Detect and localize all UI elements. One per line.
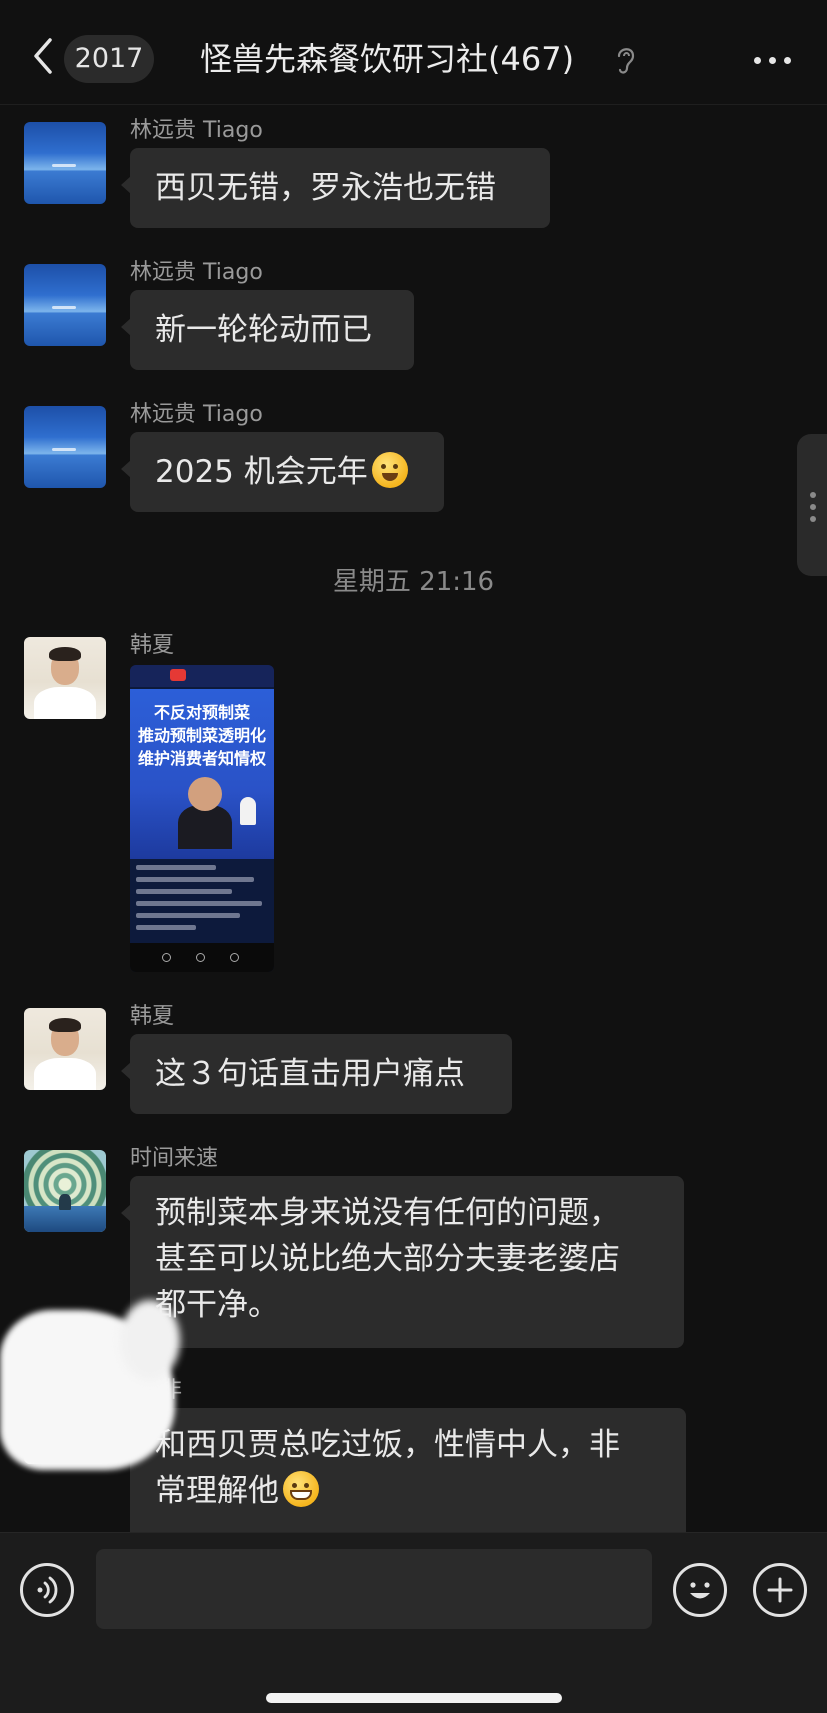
message-text-line: 都干净。 — [155, 1287, 279, 1323]
time-divider: 星期五 21:16 — [332, 567, 495, 597]
chat-message: 韩夏 这３句话直击用户痛点 — [0, 1002, 827, 1122]
emoji-button[interactable] — [673, 1563, 727, 1617]
avatar[interactable] — [24, 637, 106, 719]
input-bar — [0, 1532, 827, 1713]
voice-icon — [37, 1576, 58, 1604]
image-chat-lines — [136, 865, 268, 937]
plus-icon — [767, 1577, 793, 1603]
more-button[interactable] — [748, 40, 798, 80]
message-bubble[interactable]: 西贝无错，罗永浩也无错 — [121, 148, 550, 228]
chat-message: 林远贵 Tiago 2025 机会元年 — [0, 400, 827, 520]
thinking-emoji-icon — [371, 452, 408, 488]
message-bubble[interactable]: 预制菜本身来说没有任何的问题， 甚至可以说比绝大部分夫妻老婆店 都干净。 — [121, 1176, 684, 1348]
desk-fan — [240, 797, 256, 825]
home-indicator[interactable] — [266, 1693, 562, 1703]
back-button[interactable] — [28, 36, 58, 76]
sender-name: 韩夏 — [130, 633, 175, 658]
more-icon — [754, 57, 761, 64]
emoji-icon — [690, 1582, 710, 1599]
chat-message: 林远贵 Tiago 新一轮轮动而已 — [0, 258, 827, 378]
unread-count-badge[interactable]: 2017 — [64, 35, 154, 83]
chat-message: 林远贵 Tiago 西贝无错，罗永浩也无错 — [0, 116, 827, 236]
image-headline-line: 推动预制菜透明化 — [137, 726, 266, 745]
sender-name: 林远贵 Tiago — [130, 402, 263, 427]
plus-button[interactable] — [753, 1563, 807, 1617]
avatar[interactable] — [24, 1008, 106, 1090]
chat-header: 2017 怪兽先森餐饮研习社(467) — [0, 0, 827, 105]
ear-icon — [615, 44, 637, 76]
speaker-figure — [178, 805, 232, 849]
image-topbar — [130, 665, 274, 687]
more-icon-dot — [769, 57, 776, 64]
side-drag-handle[interactable] — [797, 434, 827, 576]
avatar[interactable] — [24, 264, 106, 346]
image-bottom-bar — [130, 943, 274, 972]
image-headline: 不反对预制菜 推动预制菜透明化 维护消费者知情权 — [130, 701, 274, 770]
message-text-line: 甚至可以说比绝大部分夫妻老婆店 — [155, 1241, 620, 1277]
grinning-emoji-icon — [283, 1471, 319, 1507]
live-badge — [170, 669, 186, 681]
avatar[interactable] — [24, 1150, 106, 1232]
message-text-line: 和西贝贾总吃过饭，性情中人，非 — [155, 1427, 620, 1463]
voice-button[interactable] — [20, 1563, 74, 1617]
sender-name: 林远贵 Tiago — [130, 118, 263, 143]
message-bubble[interactable]: 和西贝贾总吃过饭，性情中人，非 常理解他 — [121, 1408, 686, 1548]
message-text: 2025 机会元年 — [155, 454, 368, 490]
message-bubble[interactable]: 2025 机会元年 — [121, 432, 444, 512]
sender-name: 林远贵 Tiago — [130, 260, 263, 285]
chevron-left-icon — [34, 38, 52, 74]
message-text-line: 常理解他 — [155, 1468, 661, 1514]
message-text-line: 预制菜本身来说没有任何的问题， — [155, 1195, 620, 1231]
image-headline-line: 维护消费者知情权 — [137, 749, 266, 768]
message-text: 常理解他 — [155, 1473, 279, 1509]
image-headline-line: 不反对预制菜 — [153, 703, 250, 722]
more-icon-dot — [784, 57, 791, 64]
message-input[interactable] — [96, 1549, 652, 1629]
message-bubble[interactable]: 新一轮轮动而已 — [121, 290, 414, 370]
chat-message: 韩夏 — [0, 631, 827, 976]
message-bubble[interactable]: 这３句话直击用户痛点 — [121, 1034, 512, 1114]
sender-name: 时间来速 — [130, 1146, 219, 1171]
avatar[interactable] — [24, 122, 106, 204]
avatar[interactable] — [24, 406, 106, 488]
sender-name: 韩夏 — [130, 1004, 175, 1029]
group-title[interactable]: 怪兽先森餐饮研习社(467) — [200, 36, 640, 82]
shared-image-message[interactable]: 不反对预制菜 推动预制菜透明化 维护消费者知情权 — [130, 665, 274, 972]
speaker-head — [188, 777, 222, 811]
redaction-overlay — [120, 1300, 180, 1380]
